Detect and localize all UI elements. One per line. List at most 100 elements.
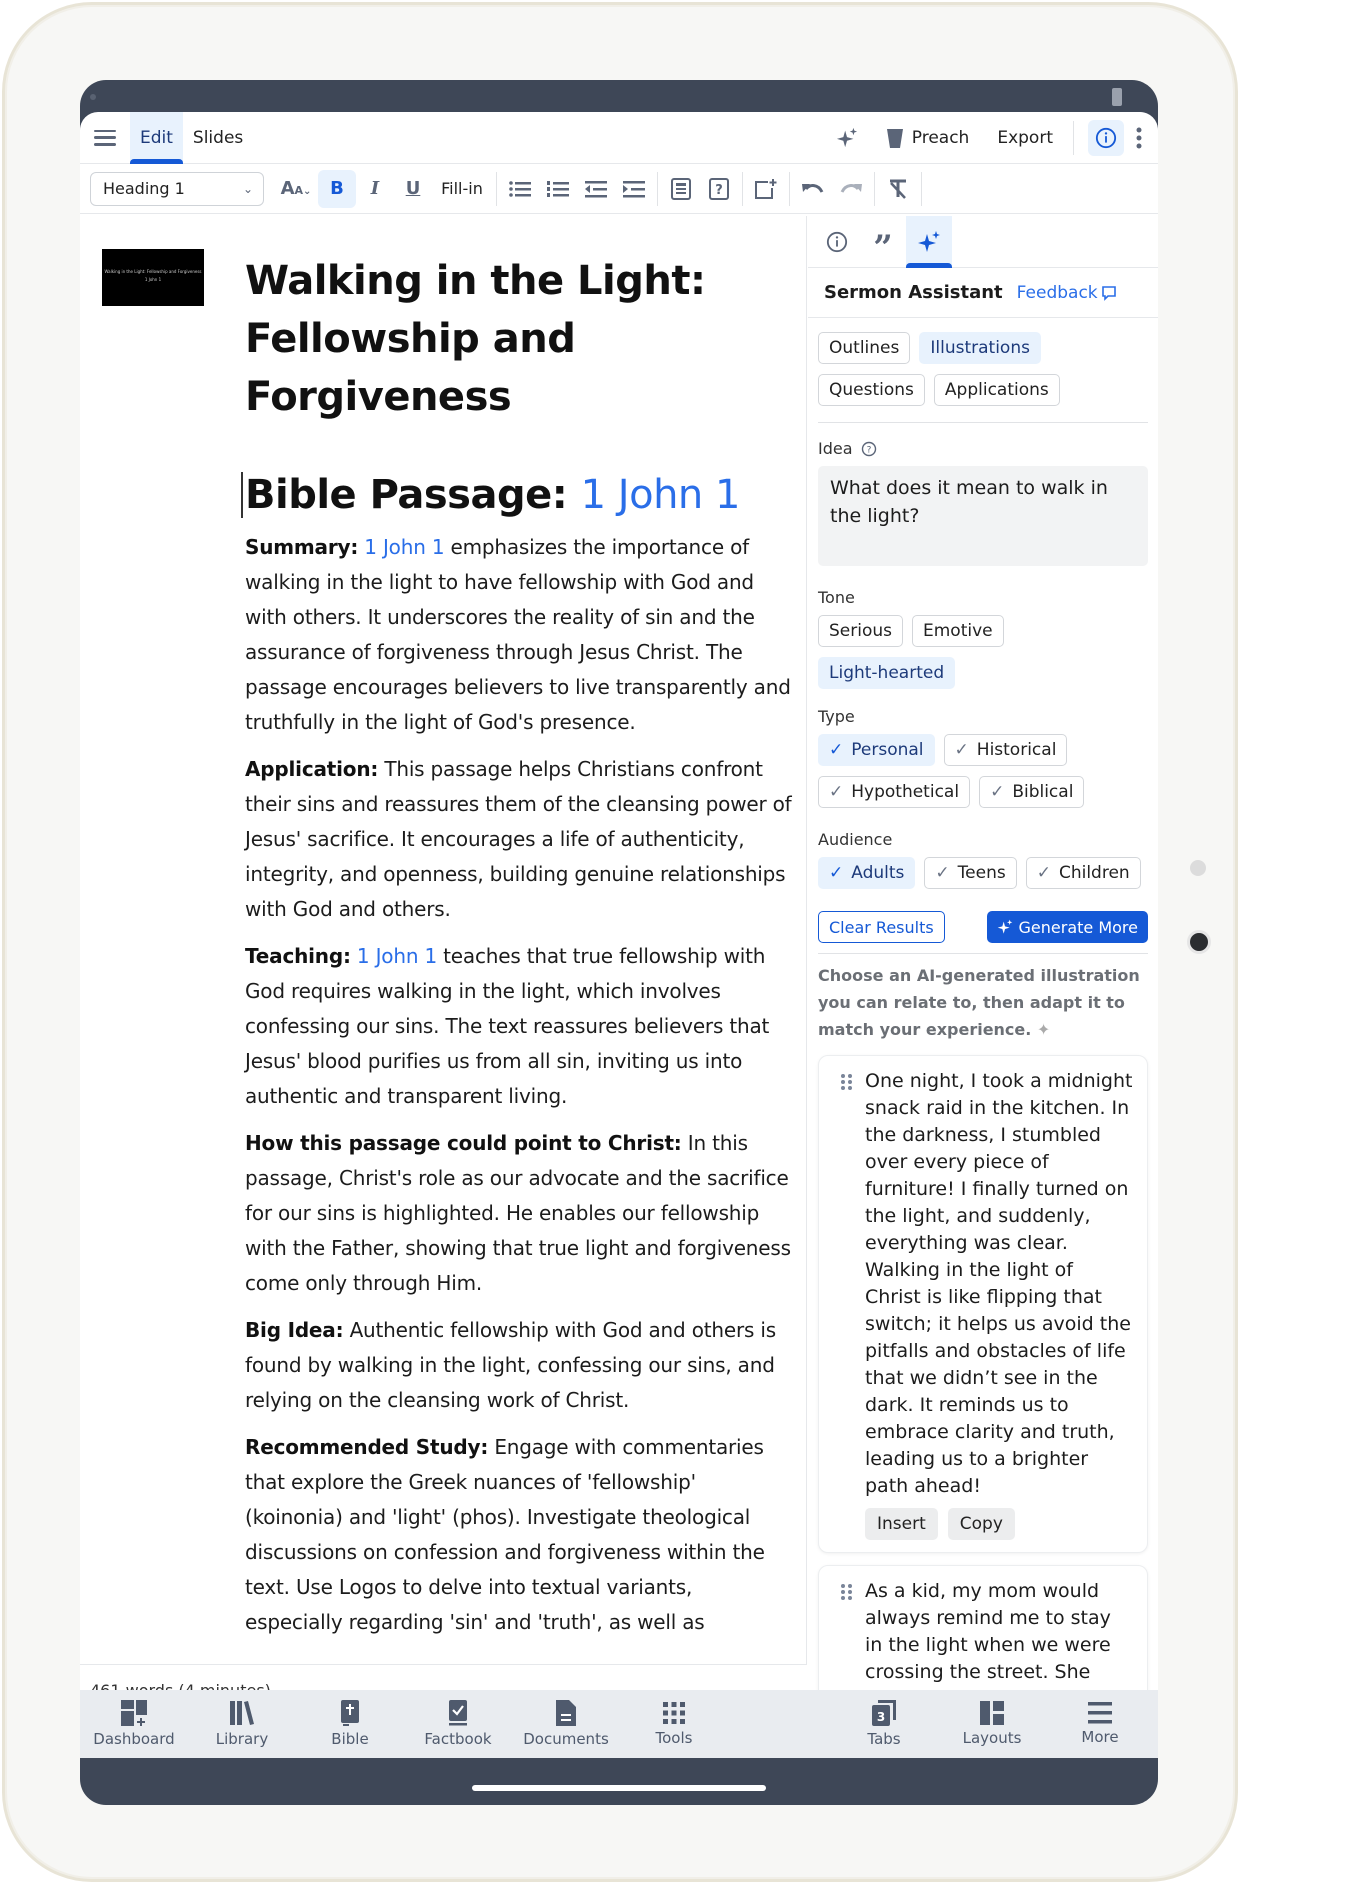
underline-icon: U bbox=[405, 178, 421, 199]
numbered-list-button[interactable] bbox=[539, 170, 577, 208]
info-button[interactable] bbox=[1088, 120, 1124, 156]
passage-ref-link[interactable]: 1 John 1 bbox=[581, 472, 741, 518]
nav-bible[interactable]: Bible bbox=[296, 1690, 404, 1758]
bold-button[interactable]: B bbox=[318, 169, 356, 208]
indent-button[interactable] bbox=[615, 170, 653, 208]
feedback-link[interactable]: Feedback bbox=[1017, 283, 1117, 303]
audience-adults[interactable]: ✓ Adults bbox=[818, 857, 916, 889]
export-button[interactable]: Export bbox=[983, 128, 1067, 148]
mode-chips: Outlines Illustrations Questions Applica… bbox=[818, 332, 1148, 406]
question-block-button[interactable]: ? bbox=[700, 170, 738, 208]
audience-teens[interactable]: ✓ Teens bbox=[924, 857, 1017, 889]
mode-illustrations[interactable]: Illustrations bbox=[919, 332, 1041, 364]
outdent-button[interactable] bbox=[577, 170, 615, 208]
generate-more-button[interactable]: Generate More bbox=[986, 911, 1148, 943]
nav-documents[interactable]: Documents bbox=[512, 1690, 620, 1758]
type-biblical[interactable]: ✓ Biblical bbox=[979, 776, 1085, 808]
chip-label: Historical bbox=[976, 740, 1057, 760]
audience-children[interactable]: ✓ Children bbox=[1025, 857, 1141, 889]
fill-in-label: Fill-in bbox=[441, 179, 483, 198]
nav-label: Dashboard bbox=[93, 1730, 175, 1748]
bold-icon: B bbox=[330, 178, 344, 199]
mode-questions[interactable]: Questions bbox=[818, 374, 925, 406]
home-indicator[interactable] bbox=[472, 1785, 766, 1791]
clear-format-button[interactable] bbox=[879, 170, 917, 208]
panel-tab-info[interactable] bbox=[814, 216, 860, 268]
clear-results-button[interactable]: Clear Results bbox=[818, 911, 945, 943]
font-size-button[interactable]: AA⌄ bbox=[274, 170, 318, 208]
bible-ref-link[interactable]: 1 John 1 bbox=[357, 944, 437, 968]
drag-handle-icon[interactable] bbox=[841, 1074, 853, 1090]
nav-tools[interactable]: Tools bbox=[620, 1690, 728, 1758]
redo-button[interactable] bbox=[832, 170, 870, 208]
section-teaching: Teaching: 1 John 1 teaches that true fel… bbox=[245, 939, 793, 1114]
copy-button[interactable]: Copy bbox=[947, 1508, 1015, 1540]
paragraph-style-select[interactable]: Heading 1 ⌄ bbox=[90, 171, 264, 206]
type-hypothetical[interactable]: ✓ Hypothetical bbox=[818, 776, 971, 808]
help-icon[interactable]: ? bbox=[861, 441, 877, 457]
section-text: Engage with commentaries that explore th… bbox=[245, 1435, 765, 1634]
tone-emotive[interactable]: Emotive bbox=[912, 615, 1004, 647]
section-text: teaches that true fellowship with God re… bbox=[245, 944, 770, 1108]
section-label: Recommended Study: bbox=[245, 1435, 489, 1459]
mode-outlines[interactable]: Outlines bbox=[818, 332, 911, 364]
nav-label: Bible bbox=[331, 1730, 369, 1748]
tone-serious[interactable]: Serious bbox=[818, 615, 903, 647]
tab-slides[interactable]: Slides bbox=[183, 112, 253, 164]
divider bbox=[789, 171, 790, 206]
audience-label: Audience bbox=[818, 830, 1148, 849]
fill-in-button[interactable]: Fill-in bbox=[432, 170, 492, 208]
section-christ: How this passage could point to Christ: … bbox=[245, 1126, 793, 1301]
illustration-card[interactable]: One night, I took a midnight snack raid … bbox=[818, 1055, 1148, 1553]
bible-icon bbox=[341, 1700, 359, 1726]
tab-edit[interactable]: Edit bbox=[130, 112, 183, 164]
idea-input[interactable]: What does it mean to walk in the light? bbox=[818, 466, 1148, 566]
nav-more[interactable]: More bbox=[1046, 1690, 1154, 1758]
sparkle-icon bbox=[918, 231, 940, 252]
nav-library[interactable]: Library bbox=[188, 1690, 296, 1758]
chip-label: Personal bbox=[851, 740, 924, 760]
check-icon: ✓ bbox=[829, 740, 844, 760]
section-text: In this passage, Christ's role as our ad… bbox=[245, 1131, 791, 1295]
preach-label: Preach bbox=[911, 128, 970, 148]
nav-factbook[interactable]: Factbook bbox=[404, 1690, 512, 1758]
chip-label: Hypothetical bbox=[851, 782, 960, 802]
numbered-list-icon bbox=[547, 180, 569, 197]
menu-icon[interactable] bbox=[94, 129, 116, 146]
slide-thumbnail[interactable]: Walking in the Light: Fellowship and For… bbox=[102, 249, 204, 306]
block-icon bbox=[671, 177, 691, 200]
insert-button[interactable]: Insert bbox=[865, 1508, 938, 1540]
info-icon bbox=[826, 231, 848, 253]
preach-button[interactable]: Preach bbox=[872, 127, 984, 149]
bible-ref-link[interactable]: 1 John 1 bbox=[364, 535, 444, 559]
documents-icon bbox=[556, 1700, 576, 1726]
nav-tabs[interactable]: 3 Tabs bbox=[830, 1690, 938, 1758]
panel-tab-assistant[interactable] bbox=[906, 216, 952, 268]
undo-button[interactable] bbox=[794, 170, 832, 208]
italic-button[interactable]: I bbox=[356, 170, 394, 208]
comment-icon bbox=[1101, 285, 1116, 301]
panel-tab-quotes[interactable]: ” bbox=[860, 216, 906, 268]
italic-icon: I bbox=[370, 178, 380, 199]
nav-layouts[interactable]: Layouts bbox=[938, 1690, 1046, 1758]
type-historical[interactable]: ✓ Historical bbox=[943, 734, 1068, 766]
more-options-button[interactable] bbox=[1132, 127, 1158, 149]
ai-sparkle-button[interactable] bbox=[822, 127, 872, 149]
svg-text:3: 3 bbox=[877, 1710, 885, 1724]
nav-label: Layouts bbox=[962, 1729, 1022, 1747]
document-editor[interactable]: Walking in the Light: Fellowship and For… bbox=[80, 216, 807, 1664]
type-personal[interactable]: ✓ Personal bbox=[818, 734, 935, 766]
block-button[interactable] bbox=[662, 170, 700, 208]
tools-icon bbox=[663, 1702, 685, 1724]
app-window: Edit Slides Preach Export Heading 1 ⌄ AA… bbox=[80, 112, 1158, 1722]
insert-slide-button[interactable] bbox=[747, 170, 785, 208]
mode-applications[interactable]: Applications bbox=[933, 374, 1060, 406]
tone-light-hearted[interactable]: Light-hearted bbox=[818, 657, 956, 689]
nav-dashboard[interactable]: Dashboard bbox=[80, 1690, 188, 1758]
drag-handle-icon[interactable] bbox=[841, 1584, 853, 1600]
check-icon: ✓ bbox=[990, 782, 1005, 802]
divider bbox=[1073, 121, 1074, 155]
bullet-list-button[interactable] bbox=[501, 170, 539, 208]
underline-button[interactable]: U bbox=[394, 170, 432, 208]
